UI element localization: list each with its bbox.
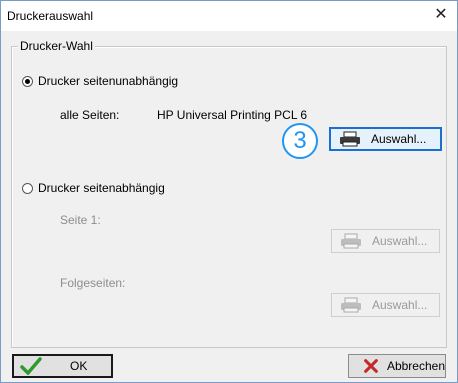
callout-number-badge: 3: [282, 123, 318, 159]
select-printer-button[interactable]: Auswahl...: [329, 127, 442, 151]
select-following-printer-button-label: Auswahl...: [372, 298, 428, 312]
page1-label: Seite 1:: [60, 213, 101, 227]
window-title: Druckerauswahl: [7, 9, 94, 23]
radio-label-page-independent: Drucker seitenunabhängig: [38, 74, 179, 88]
radio-indicator-checked[interactable]: [22, 75, 33, 87]
red-x-icon: [364, 359, 378, 373]
printer-selection-dialog: Druckerauswahl ✕ Drucker-Wahl Drucker se…: [0, 0, 458, 383]
dialog-client-area: Drucker-Wahl Drucker seitenunabhängig al…: [1, 31, 457, 382]
following-pages-label: Folgeseiten:: [60, 276, 126, 290]
printer-icon: [340, 131, 360, 147]
close-button[interactable]: ✕: [431, 5, 451, 25]
cancel-button-label: Abbrechen: [386, 359, 445, 373]
ok-button-label: OK: [70, 359, 88, 373]
select-page1-printer-button-label: Auswahl...: [372, 234, 428, 248]
checkmark-icon: [20, 357, 42, 375]
all-pages-label: alle Seiten:: [60, 108, 120, 122]
radio-printer-page-independent[interactable]: Drucker seitenunabhängig: [22, 74, 178, 88]
printer-icon: [341, 297, 361, 313]
ok-button[interactable]: OK: [12, 354, 113, 378]
printer-icon: [341, 233, 361, 249]
groupbox-label: Drucker-Wahl: [18, 39, 95, 53]
title-bar: Druckerauswahl ✕: [1, 1, 457, 31]
select-page1-printer-button[interactable]: Auswahl...: [331, 229, 440, 253]
radio-printer-page-dependent[interactable]: Drucker seitenabhängig: [22, 181, 165, 195]
radio-label-page-dependent: Drucker seitenabhängig: [38, 181, 165, 195]
radio-indicator-unchecked[interactable]: [22, 182, 33, 194]
cancel-button[interactable]: Abbrechen: [348, 354, 446, 378]
select-printer-button-label: Auswahl...: [371, 132, 427, 146]
select-following-printer-button[interactable]: Auswahl...: [331, 293, 440, 317]
printer-name-value: HP Universal Printing PCL 6: [157, 108, 308, 122]
